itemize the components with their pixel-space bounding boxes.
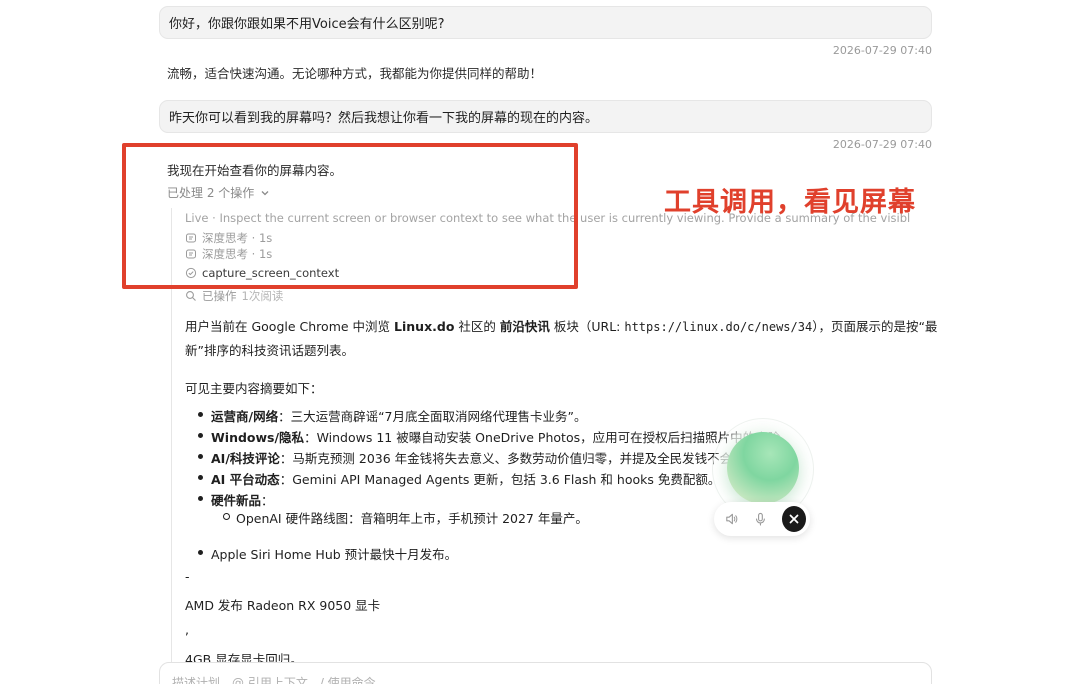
summary-sub-bullet: OpenAI 硬件路线图：音箱明年上市，手机预计 2027 年量产。	[223, 508, 588, 527]
summary-bold: Linux.do	[394, 319, 455, 334]
done-operations-detail: 1次阅读	[241, 289, 284, 303]
summary-bullet-2: Windows/隐私：Windows 11 被曝自动安装 OneDrive Ph…	[198, 427, 780, 446]
operations-toggle-label: 已处理 2 个操作	[167, 186, 255, 200]
user-message-1-text: 你好，你跟你跟如果不用Voice会有什么区别呢?	[169, 17, 445, 32]
summary-text: ），页面展示的是按“最	[812, 319, 938, 334]
assistant-reply-2-intro: 我现在开始查看你的屏幕内容。	[167, 163, 343, 178]
summary-bullet-3: AI/科技评论：马斯克预测 2036 年金钱将失去意义、多数劳动价值归零，并提及…	[198, 448, 732, 467]
bullet-text: ：三大运营商辟谣“7月底全面取消网络代理售卡业务”。	[278, 409, 587, 424]
summary-bullet-siri: Apple Siri Home Hub 预计最快十月发布。	[198, 544, 457, 563]
tool-call-name: capture_screen_context	[202, 266, 340, 280]
bullet-text: ：	[261, 493, 274, 508]
assistant-reply-1: 流畅，适合快速沟通。无论哪种方式，我都能为你提供同样的帮助！	[167, 66, 543, 81]
summary-paragraph-2: 可见主要内容摘要如下：	[185, 381, 323, 396]
thinking-step-2-label: 深度思考 · 1s	[202, 247, 273, 261]
user-message-1: 你好，你跟你跟如果不用Voice会有什么区别呢?	[159, 6, 932, 39]
bullet-label: 硬件新品	[211, 493, 262, 508]
close-icon	[789, 514, 799, 524]
chevron-down-icon	[261, 190, 269, 195]
chat-input[interactable]	[172, 676, 919, 684]
search-icon	[186, 291, 196, 301]
bullet-label: Windows/隐私	[211, 430, 305, 445]
thinking-step-2[interactable]: 深度思考 · 1s	[185, 246, 272, 262]
speaker-icon[interactable]	[724, 511, 739, 527]
summary-amd: AMD 发布 Radeon RX 9050 显卡	[185, 598, 381, 613]
timestamp-1: 2026-07-29 07:40	[832, 44, 932, 57]
close-voice-button[interactable]	[781, 506, 806, 532]
user-message-2-text: 昨天你可以看到我的屏幕吗？然后我想让你看一下我的屏幕的现在的内容。	[169, 111, 599, 126]
timestamp-2: 2026-07-29 07:40	[832, 138, 932, 151]
bullet-text: ：Gemini API Managed Agents 更新，包括 3.6 Fla…	[279, 472, 721, 487]
annotation-label: 工具调用，看见屏幕	[664, 187, 916, 218]
summary-bullet-4: AI 平台动态：Gemini API Managed Agents 更新，包括 …	[198, 469, 720, 488]
chat-input-container	[159, 662, 932, 684]
summary-text: 板块（URL:	[549, 319, 625, 334]
summary-text: 社区的	[454, 319, 500, 334]
sub-bullet-text: OpenAI 硬件路线图：音箱明年上市，手机预计 2027 年量产。	[236, 511, 588, 526]
summary-bullet-1: 运营商/网络：三大运营商辟谣“7月底全面取消网络代理售卡业务”。	[198, 406, 586, 425]
bullet-label: 运营商/网络	[211, 409, 279, 424]
voice-orb[interactable]	[727, 432, 799, 504]
microphone-icon[interactable]	[753, 511, 768, 527]
summary-text: 用户当前在 Google Chrome 中浏览	[185, 319, 395, 334]
brain-icon	[186, 249, 196, 259]
summary-comma: ,	[185, 622, 189, 637]
summary-url[interactable]: https://linux.do/c/news/34	[624, 320, 812, 334]
bullet-text: ：Windows 11 被曝自动安装 OneDrive Photos，应用可在授…	[304, 430, 781, 445]
operations-toggle[interactable]: 已处理 2 个操作	[167, 184, 270, 201]
brain-icon	[186, 233, 196, 243]
tool-call-item[interactable]: capture_screen_context	[185, 266, 339, 280]
bullet-text: ：马斯克预测 2036 年金钱将失去意义、多数劳动价值归零，并提及全民发钱不会	[279, 451, 733, 466]
summary-paragraph-1-cont: 新”排序的科技资讯话题列表。	[185, 343, 354, 358]
summary-bullet-5: 硬件新品：	[198, 490, 274, 509]
summary-dash: -	[185, 569, 190, 584]
summary-paragraph-1: 用户当前在 Google Chrome 中浏览 Linux.do 社区的 前沿快…	[185, 316, 937, 335]
user-message-2: 昨天你可以看到我的屏幕吗？然后我想让你看一下我的屏幕的现在的内容。	[159, 100, 932, 133]
bullet-text: Apple Siri Home Hub 预计最快十月发布。	[211, 547, 458, 562]
bullet-label: AI 平台动态	[211, 472, 280, 487]
thread-line	[171, 208, 172, 668]
check-circle-icon	[185, 267, 197, 279]
voice-controls	[714, 502, 810, 536]
done-operations-label: 已操作	[202, 289, 237, 303]
summary-bold: 前沿快讯	[499, 319, 550, 334]
bullet-label: AI/科技评论	[211, 451, 280, 466]
thinking-step-1-label: 深度思考 · 1s	[202, 231, 273, 245]
thinking-step-1[interactable]: 深度思考 · 1s	[185, 230, 272, 246]
done-operations[interactable]: 已操作 1次阅读	[185, 288, 283, 304]
